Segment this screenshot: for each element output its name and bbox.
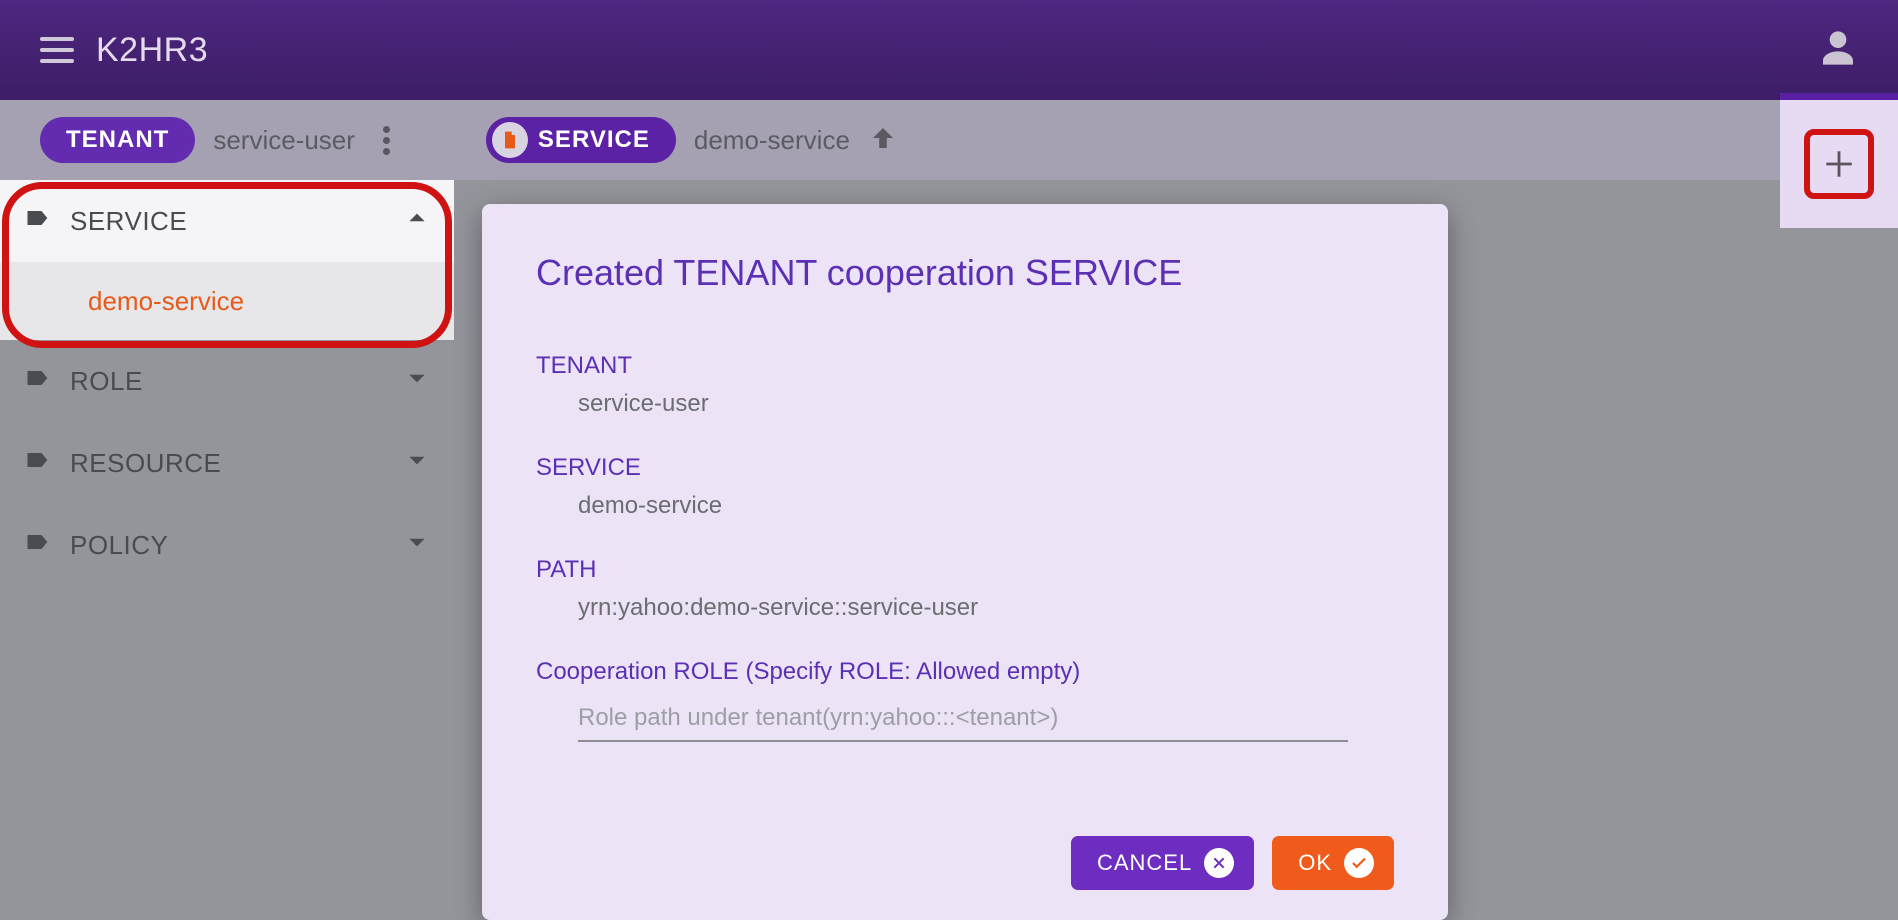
sidebar: SERVICE demo-service ROLE RESOURCE POLIC…	[0, 180, 454, 920]
dialog-title: Created TENANT cooperation SERVICE	[536, 252, 1394, 294]
tenant-label: TENANT	[536, 352, 1394, 380]
service-value: demo-service	[536, 492, 1394, 520]
dialog-buttons: CANCEL OK	[536, 836, 1394, 890]
sidebar-item-role[interactable]: ROLE	[0, 340, 454, 422]
path-value: yrn:yahoo:demo-service::service-user	[536, 594, 1394, 622]
ok-label: OK	[1298, 850, 1332, 876]
service-label: SERVICE	[536, 454, 1394, 482]
tenant-value: service-user	[536, 390, 1394, 418]
chevron-down-icon	[404, 365, 430, 398]
chevron-down-icon	[404, 447, 430, 480]
menu-icon[interactable]	[40, 37, 74, 63]
service-chip-label: SERVICE	[538, 126, 650, 154]
service-value: demo-service	[694, 125, 850, 156]
chevron-up-icon	[404, 205, 430, 238]
breadcrumb: TENANT service-user SERVICE demo-service	[0, 100, 1898, 180]
cooperation-role-input[interactable]	[578, 696, 1348, 742]
sidebar-subitem-demo-service[interactable]: demo-service	[0, 262, 454, 340]
top-bar: K2HR3	[0, 0, 1898, 100]
sidebar-item-service[interactable]: SERVICE	[0, 180, 454, 262]
sidebar-item-label: RESOURCE	[70, 448, 221, 479]
top-bar-left: K2HR3	[40, 31, 208, 70]
tenant-chip[interactable]: TENANT	[40, 117, 195, 163]
ok-button[interactable]: OK	[1272, 836, 1394, 890]
tag-icon	[24, 446, 52, 481]
sidebar-service-panel: SERVICE demo-service	[0, 180, 454, 340]
close-icon	[1204, 848, 1234, 878]
cancel-label: CANCEL	[1097, 850, 1192, 876]
sidebar-item-label: POLICY	[70, 530, 168, 561]
sidebar-item-label: ROLE	[70, 366, 143, 397]
cooperation-role-label: Cooperation ROLE (Specify ROLE: Allowed …	[536, 658, 1394, 686]
create-tenant-service-dialog: Created TENANT cooperation SERVICE TENAN…	[482, 204, 1448, 920]
service-chip[interactable]: SERVICE	[486, 117, 676, 163]
add-panel	[1780, 93, 1898, 228]
user-icon[interactable]	[1818, 28, 1858, 73]
tenant-value: service-user	[213, 125, 355, 156]
chevron-down-icon	[404, 529, 430, 562]
sidebar-item-policy[interactable]: POLICY	[0, 504, 454, 586]
arrow-up-icon[interactable]	[868, 123, 898, 158]
path-label: PATH	[536, 556, 1394, 584]
tag-icon	[24, 204, 52, 239]
cancel-button[interactable]: CANCEL	[1071, 836, 1254, 890]
check-icon	[1344, 848, 1374, 878]
tag-icon	[24, 364, 52, 399]
tag-icon	[24, 528, 52, 563]
app-title: K2HR3	[96, 31, 208, 70]
more-icon[interactable]	[373, 126, 400, 155]
sidebar-item-resource[interactable]: RESOURCE	[0, 422, 454, 504]
add-button[interactable]	[1804, 129, 1874, 199]
document-icon	[492, 122, 528, 158]
sidebar-item-label: SERVICE	[70, 206, 187, 237]
